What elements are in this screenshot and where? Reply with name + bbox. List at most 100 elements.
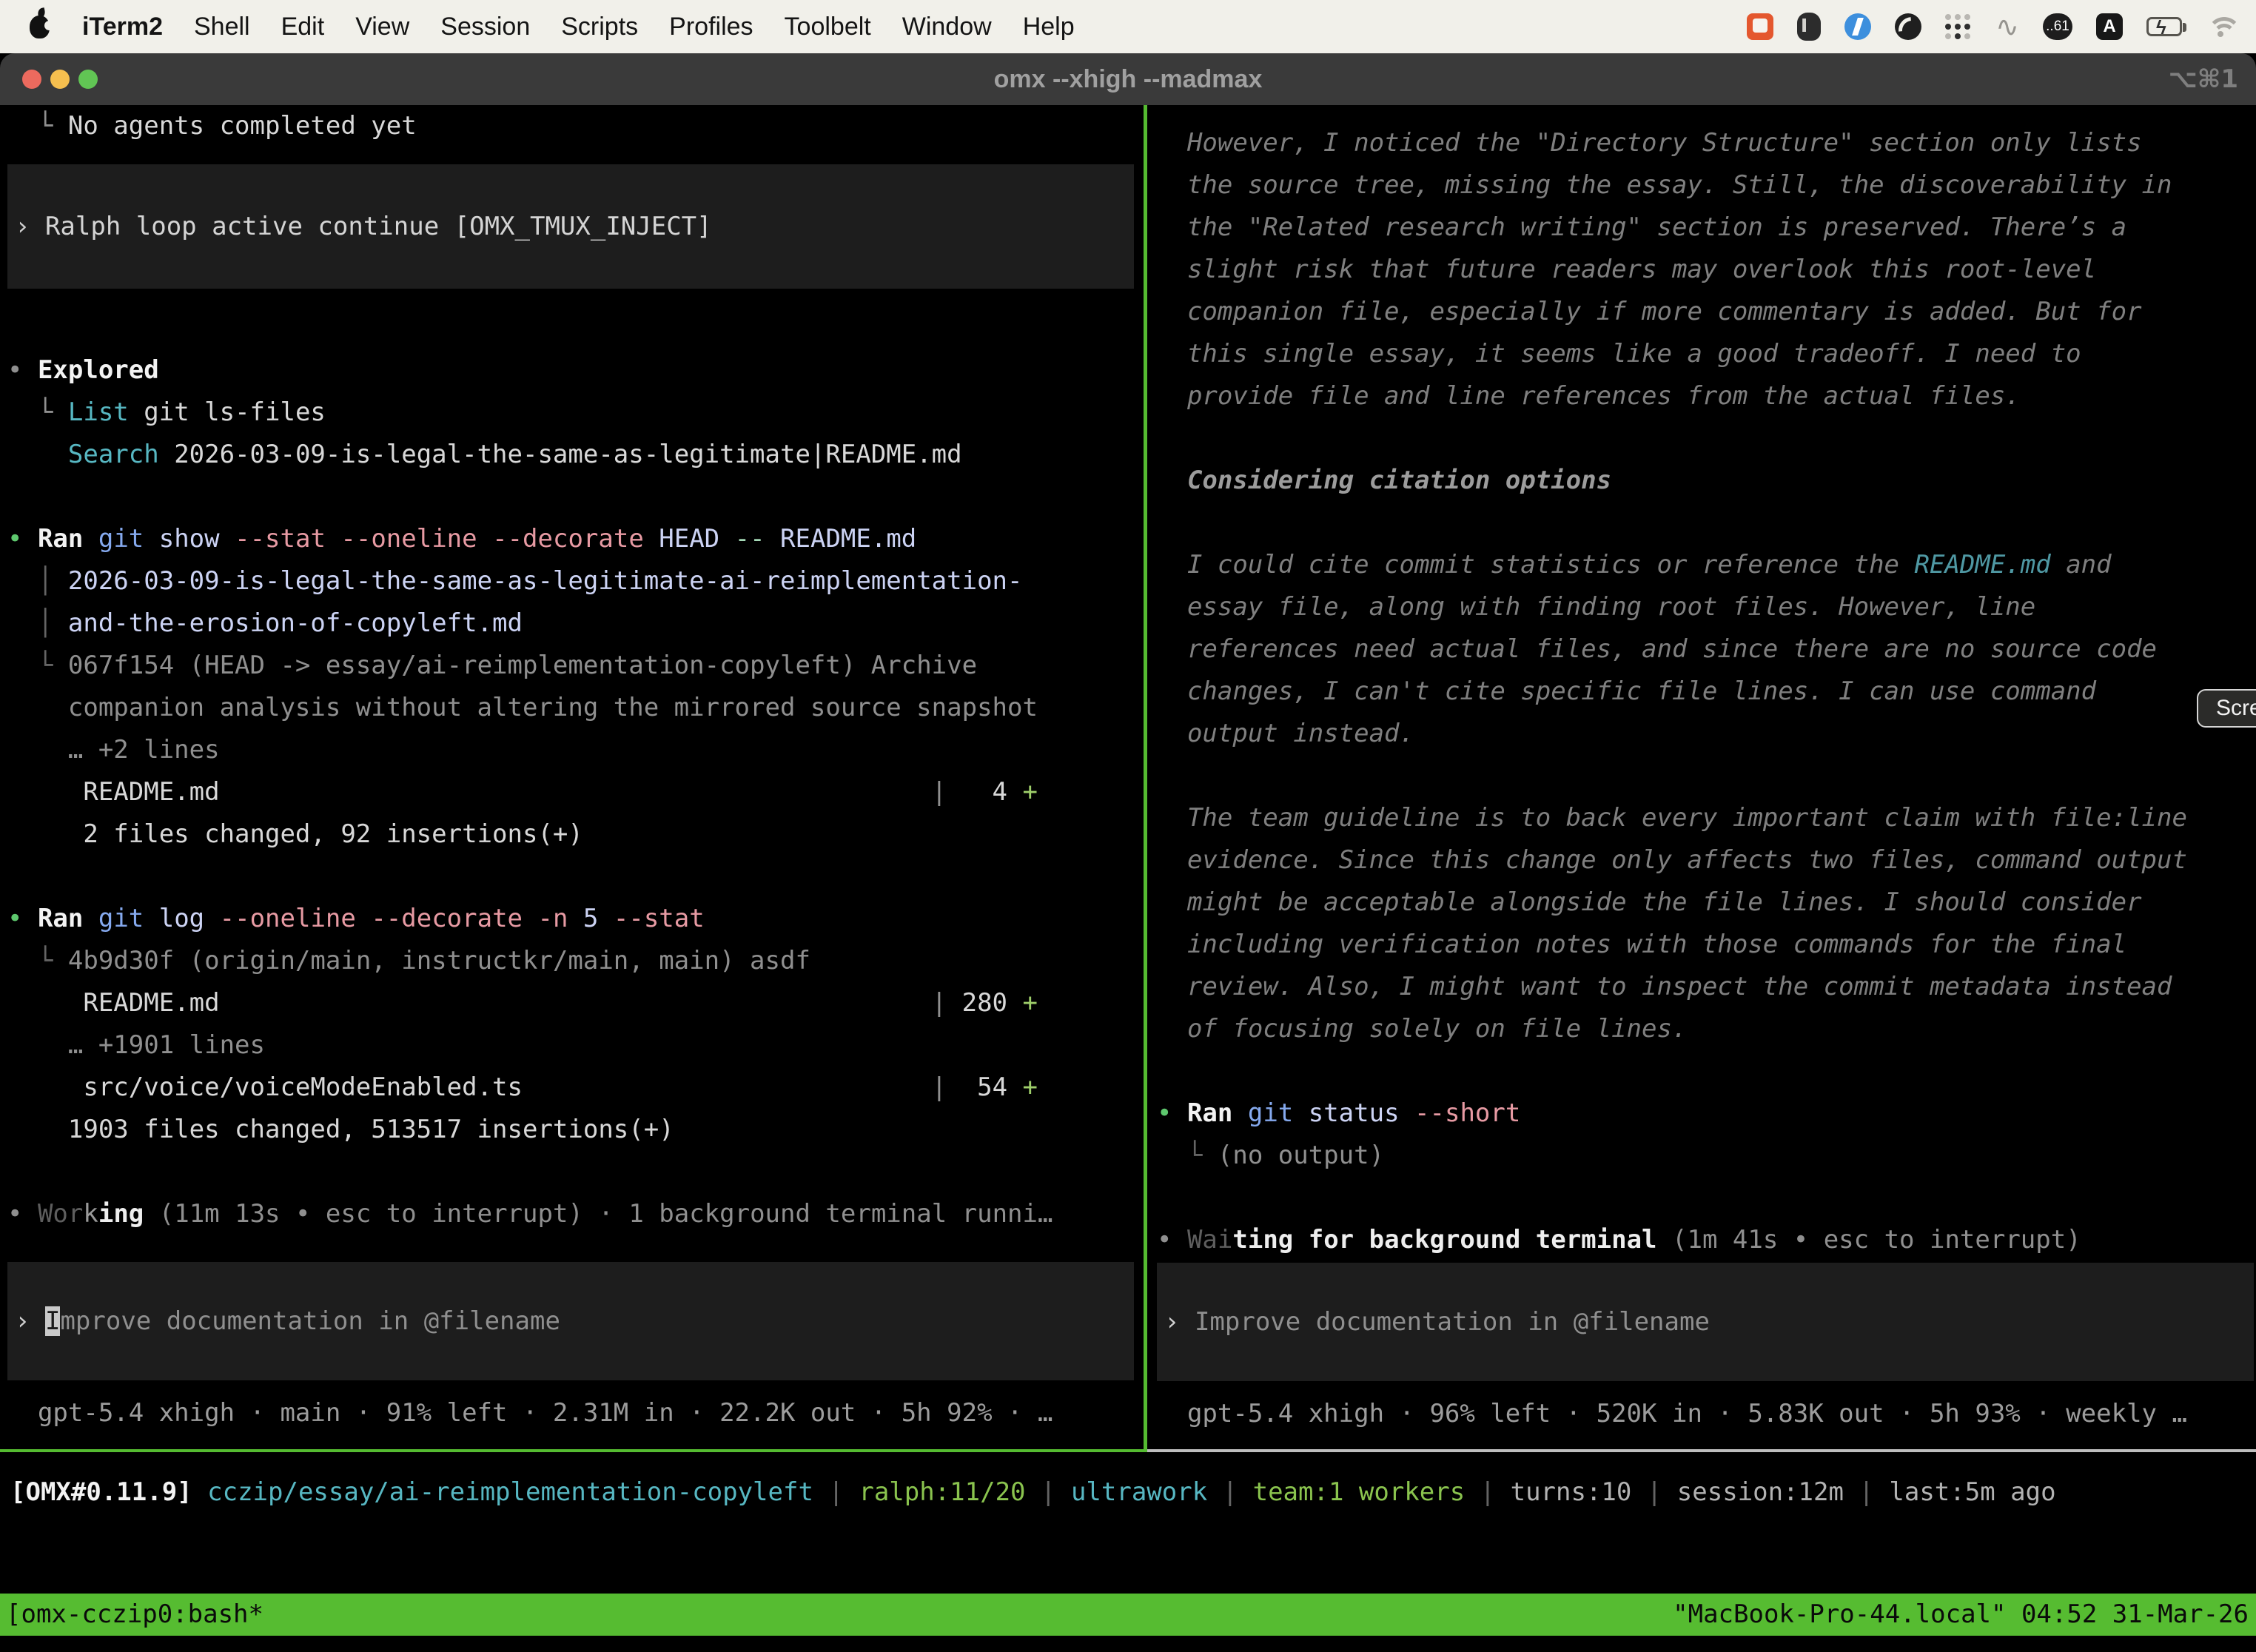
omx-status-segment: session:12m xyxy=(1677,1477,1844,1507)
apple-menu-icon[interactable] xyxy=(30,16,50,38)
terminal-line xyxy=(1157,502,2256,544)
desktop: { "menubar": { "app": "iTerm2", "items":… xyxy=(0,0,2256,1652)
terminal-line: companion file, especially if more comme… xyxy=(1157,291,2256,333)
terminal-line: of focusing solely on file lines. xyxy=(1157,1008,2256,1050)
terminal-line: │ 2026-03-09-is-legal-the-same-as-legiti… xyxy=(7,560,1144,602)
a-square-icon[interactable]: A xyxy=(2096,10,2123,43)
omx-status-segment: | xyxy=(813,1477,859,1507)
dots-grid-icon[interactable] xyxy=(1945,10,1972,43)
terminal-line: └ No agents completed yet xyxy=(7,105,1144,147)
terminal-line: └ (no output) xyxy=(1157,1135,2256,1177)
omx-status-segment: | xyxy=(1026,1477,1071,1507)
terminal-line: README.md | 280 + xyxy=(7,982,1144,1024)
terminal-line: … +2 lines xyxy=(7,729,1144,771)
omx-status-segment: turns:10 xyxy=(1511,1477,1632,1507)
squiggle-icon[interactable]: ∿ xyxy=(1995,10,2019,43)
window-title-bar[interactable]: omx --xhigh --madmax ⌥⌘1 xyxy=(0,53,2256,105)
prompt-input-right[interactable]: › Improve documentation in @filename xyxy=(1157,1263,2254,1381)
terminal-line: src/voice/voiceModeEnabled.ts | 54 + xyxy=(7,1067,1144,1109)
terminal-line: slight risk that future readers may over… xyxy=(1157,249,2256,291)
terminal-pane-left[interactable]: └ No agents completed yet › Ralph loop a… xyxy=(0,105,1144,1449)
terminal-pane-right[interactable]: However, I noticed the "Directory Struct… xyxy=(1151,105,2256,1449)
chat-app-icon[interactable] xyxy=(1747,10,1773,43)
terminal-line: 2 files changed, 92 insertions(+) xyxy=(7,813,1144,856)
omx-status-segment: | xyxy=(1844,1477,1889,1507)
omx-status-segment: | xyxy=(1631,1477,1676,1507)
dark-disc-icon[interactable] xyxy=(1895,10,1921,43)
badge-61-icon[interactable]: ..61 xyxy=(2043,10,2072,43)
terminal-line: output instead. xyxy=(1157,713,2256,755)
tmux-host-clock: "MacBook-Pro-44.local" 04:52 31-Mar-26 xyxy=(1673,1594,2249,1636)
menu-item-shell[interactable]: Shell xyxy=(194,13,250,41)
pane-border-bottom-left xyxy=(0,1449,1147,1452)
terminal-line: the source tree, missing the essay. Stil… xyxy=(1157,164,2256,206)
terminal-line: I could cite commit statistics or refere… xyxy=(1157,544,2256,586)
right-scrollback: However, I noticed the "Directory Struct… xyxy=(1157,122,2256,1261)
prompt-placeholder: Improve documentation in @filename xyxy=(1195,1307,1710,1337)
session-status-right: gpt-5.4 xhigh · 96% left · 520K in · 5.8… xyxy=(1157,1393,2256,1435)
terminal-line xyxy=(7,856,1144,898)
terminal-line: review. Also, I might want to inspect th… xyxy=(1157,966,2256,1008)
prompt-arrow: › xyxy=(1164,1307,1195,1337)
window-shortcut-badge: ⌥⌘1 xyxy=(2169,53,2238,105)
omx-status-segment: [OMX#0.11.9] xyxy=(10,1477,192,1507)
tmux-session-name: [omx-cczip0:bash* xyxy=(6,1594,263,1636)
terminal-line: the "Related research writing" section i… xyxy=(1157,206,2256,249)
menu-items: Shell Edit View Session Scripts Profiles Toolb… xyxy=(194,13,1106,41)
pane-border-bottom-right xyxy=(1147,1449,2256,1452)
terminal-line: └ 067f154 (HEAD -> essay/ai-reimplementa… xyxy=(7,645,1144,687)
left-scrollback-top: └ No agents completed yet xyxy=(7,105,1144,147)
terminal-line xyxy=(1157,755,2256,797)
menu-item-session[interactable]: Session xyxy=(440,13,530,41)
omx-status-segment: | xyxy=(1465,1477,1510,1507)
shield-icon[interactable] xyxy=(1797,10,1821,43)
menu-item-view[interactable]: View xyxy=(355,13,409,41)
injected-prompt-box: › Ralph loop active continue [OMX_TMUX_I… xyxy=(7,164,1134,289)
left-scrollback: • Explored └ List git ls-files Search 20… xyxy=(7,349,1144,1235)
menu-status-icons: ∿ ..61 A ϟ xyxy=(1747,10,2235,43)
terminal-line xyxy=(7,1151,1144,1193)
omx-status-segment: team:1 workers xyxy=(1253,1477,1466,1507)
terminal-line: might be acceptable alongside the file l… xyxy=(1157,882,2256,924)
menu-item-window[interactable]: Window xyxy=(902,13,992,41)
menu-item-toolbelt[interactable]: Toolbelt xyxy=(785,13,871,41)
wifi-icon[interactable] xyxy=(2206,10,2235,43)
omx-status-segment: ralph:11/20 xyxy=(859,1477,1025,1507)
screen-capture-tooltip[interactable]: Scre xyxy=(2197,689,2256,728)
session-status-left: gpt-5.4 xhigh · main · 91% left · 2.31M … xyxy=(7,1392,1144,1434)
menu-item-profiles[interactable]: Profiles xyxy=(669,13,753,41)
menu-item-scripts[interactable]: Scripts xyxy=(561,13,638,41)
terminal-line xyxy=(1157,1177,2256,1219)
terminal-line: … +1901 lines xyxy=(7,1024,1144,1067)
menu-item-help[interactable]: Help xyxy=(1023,13,1075,41)
blue-badge-icon[interactable] xyxy=(1844,10,1871,43)
omx-status-line: [OMX#0.11.9] cczip/essay/ai-reimplementa… xyxy=(10,1471,2056,1514)
terminal-line: changes, I can't cite specific file line… xyxy=(1157,671,2256,713)
terminal-line xyxy=(7,476,1144,518)
terminal-line: • Ran git status --short xyxy=(1157,1092,2256,1135)
window-title: omx --xhigh --madmax xyxy=(0,53,2256,105)
pane-divider[interactable] xyxy=(1144,105,1147,1452)
terminal-line: including verification notes with those … xyxy=(1157,924,2256,966)
terminal-line: • Ran git show --stat --oneline --decora… xyxy=(7,518,1144,560)
terminal-line: evidence. Since this change only affects… xyxy=(1157,839,2256,882)
omx-status-segment: cczip/essay/ai-reimplementation-copyleft xyxy=(207,1477,813,1507)
terminal-line: references need actual files, and since … xyxy=(1157,628,2256,671)
terminal-line: essay file, along with finding root file… xyxy=(1157,586,2256,628)
prompt-placeholder: mprove documentation in @filename xyxy=(60,1306,560,1336)
terminal-line: Search 2026-03-09-is-legal-the-same-as-l… xyxy=(7,434,1144,476)
terminal-line: • Working (11m 13s • esc to interrupt) ·… xyxy=(7,1193,1144,1235)
terminal-line xyxy=(1157,417,2256,460)
menu-item-edit[interactable]: Edit xyxy=(281,13,325,41)
terminal-line: │ and-the-erosion-of-copyleft.md xyxy=(7,602,1144,645)
iterm-window: omx --xhigh --madmax ⌥⌘1 └ No agents com… xyxy=(0,53,2256,1652)
omx-status-segment: last:5m ago xyxy=(1889,1477,2055,1507)
terminal-line: The team guideline is to back every impo… xyxy=(1157,797,2256,839)
prompt-arrow: › xyxy=(15,1306,45,1336)
prompt-input-left[interactable]: › Improve documentation in @filename xyxy=(7,1262,1134,1380)
terminal-line: README.md | 4 + xyxy=(7,771,1144,813)
terminal-line: However, I noticed the "Directory Struct… xyxy=(1157,122,2256,164)
battery-icon[interactable]: ϟ xyxy=(2146,10,2182,43)
terminal-line: • Ran git log --oneline --decorate -n 5 … xyxy=(7,898,1144,940)
menu-item-app[interactable]: iTerm2 xyxy=(82,13,163,41)
